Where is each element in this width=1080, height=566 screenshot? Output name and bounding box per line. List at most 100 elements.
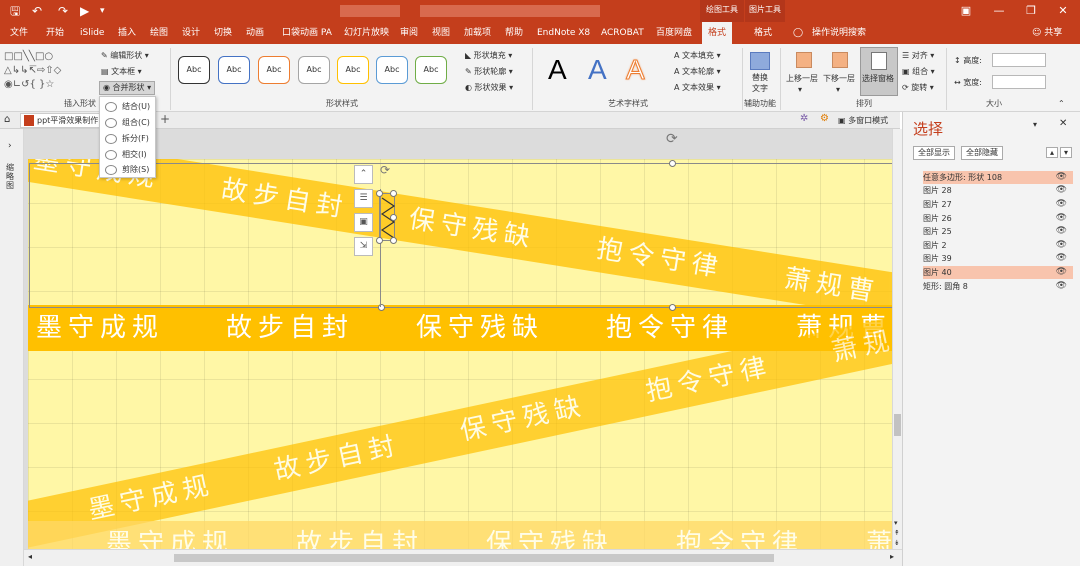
text-outline-button[interactable]: A 文本轮廓 ▾ [674,66,721,78]
hide-all-button[interactable]: 全部隐藏 [961,146,1003,160]
vertical-scroll-thumb[interactable] [894,414,901,436]
tab-draw[interactable]: 绘图 [150,22,168,44]
pane-item[interactable]: 图片 25 👁 [923,225,1073,238]
align-options-icon[interactable]: ☰ [354,189,373,208]
group-button[interactable]: ▣ 组合 ▾ [902,66,935,78]
eye-icon[interactable]: 👁 [1056,171,1067,184]
shape-handle[interactable] [390,190,397,197]
tell-me-search[interactable]: 操作说明搜索 [812,22,866,44]
shapes-gallery[interactable]: □□╲╲□○ △↳↳↸⇨⇧◇ ◉∟↺{ }☆ [4,50,92,92]
tab-format-drawing[interactable]: 格式 [702,22,733,44]
gear-icon[interactable]: ⚙ [820,113,829,124]
eye-icon[interactable]: 👁 [1056,266,1067,279]
shape-handle[interactable] [390,237,397,244]
arrange-options-icon[interactable]: ▣ [354,213,373,232]
menu-item-union[interactable]: 结合(U) [102,99,154,114]
tab-format-picture[interactable]: 格式 [754,22,772,44]
rotate-handle-icon[interactable]: ⟳ [666,131,678,147]
tab-pocket-animation[interactable]: 口袋动画 PA [282,22,332,44]
undo-icon[interactable]: ↶ [32,3,42,19]
wordart-black[interactable]: A [548,52,567,88]
eye-icon[interactable]: 👁 [1056,225,1067,238]
tab-transitions[interactable]: 切换 [214,22,232,44]
share-button[interactable]: ☺ 共享 [1032,22,1062,44]
rotate-button[interactable]: ⟳ 旋转 ▾ [902,82,934,94]
pane-item[interactable]: 图片 40 👁 [923,266,1073,279]
ribbon-display-icon[interactable]: ▣ [952,2,980,20]
tab-endnote[interactable]: EndNote X8 [537,22,590,44]
eye-icon[interactable]: 👁 [1056,212,1067,225]
pane-item[interactable]: 图片 2 👁 [923,239,1073,252]
style-sample-5[interactable]: Abc [337,56,369,84]
pane-item[interactable]: 图片 26 👁 [923,212,1073,225]
collapse-ribbon-icon[interactable]: ⌃ [1058,98,1065,110]
expand-thumbnails-icon[interactable]: › [8,141,12,151]
horizontal-scroll-thumb[interactable] [174,554,774,562]
tab-slideshow[interactable]: 幻灯片放映 [344,22,389,44]
shape-handle[interactable] [376,237,383,244]
show-all-button[interactable]: 全部显示 [913,146,955,160]
pane-item[interactable]: 图片 39 👁 [923,252,1073,265]
tab-file[interactable]: 文件 [10,22,28,44]
bring-forward-dropdown[interactable]: ▾ [798,84,802,96]
pane-item[interactable]: 矩形: 圆角 8 👁 [923,280,1073,293]
selection-pane-button[interactable]: 选择窗格 [860,47,898,96]
text-box-button[interactable]: ▤ 文本框 ▾ [101,66,142,78]
move-down-icon[interactable]: ▾ [1060,147,1072,158]
new-tab-icon[interactable]: + [160,112,170,126]
shape-handle[interactable] [376,190,383,197]
selection-handle[interactable] [669,304,676,311]
alt-text-line2[interactable]: 文字 [752,83,768,95]
islide-icon[interactable]: ✲ [800,113,808,124]
eye-icon[interactable]: 👁 [1056,252,1067,265]
menu-item-combine[interactable]: 组合(C) [102,115,154,130]
tab-home[interactable]: 开始 [46,22,64,44]
align-button[interactable]: ☰ 对齐 ▾ [902,50,934,62]
scroll-right-icon[interactable]: ▸ [890,552,894,561]
layout-options-icon[interactable]: ⌃ [354,165,373,184]
tab-animations[interactable]: 动画 [246,22,264,44]
vertical-scrollbar[interactable]: ▾ ↟ ↡ [892,129,902,549]
merge-shapes-button[interactable]: ◉ 合并形状 ▾ [99,81,156,95]
pane-item[interactable]: 任意多边形: 形状 108 👁 [923,171,1073,184]
style-sample-7[interactable]: Abc [415,56,447,84]
shape-outline-button[interactable]: ✎ 形状轮廓 ▾ [465,66,513,78]
pane-options-icon[interactable]: ▾ [1033,120,1037,129]
tab-view[interactable]: 视图 [432,22,450,44]
text-band-bottom[interactable]: 墨守成规 故步自封 保守残缺 抱令守律 萧规曹 [28,521,892,549]
shape-rotate-handle-icon[interactable]: ⟳ [380,163,390,177]
menu-item-subtract[interactable]: 剪除(S) [102,162,154,177]
tab-acrobat[interactable]: ACROBAT [601,22,644,44]
tab-insert[interactable]: 插入 [118,22,136,44]
shape-effect-button[interactable]: ◐ 形状效果 ▾ [465,82,513,94]
restore-icon[interactable]: ❐ [1017,2,1045,20]
style-sample-3[interactable]: Abc [258,56,290,84]
scroll-left-icon[interactable]: ◂ [28,552,32,561]
minimize-icon[interactable]: — [985,2,1013,20]
save-icon[interactable]: 🖫 [10,3,20,19]
width-input[interactable] [992,75,1046,89]
pane-item[interactable]: 图片 28 👁 [923,184,1073,197]
close-icon[interactable]: ✕ [1049,2,1077,20]
style-sample-4[interactable]: Abc [298,56,330,84]
next-slide-icon[interactable]: ↡ [894,539,900,547]
present-icon[interactable]: ▶ [80,3,89,19]
menu-item-fragment[interactable]: 拆分(F) [102,131,154,146]
eye-icon[interactable]: 👁 [1056,239,1067,252]
selection-handle[interactable] [669,160,676,167]
prev-slide-icon[interactable]: ↟ [894,529,900,537]
crop-options-icon[interactable]: ⇲ [354,237,373,256]
redo-icon[interactable]: ↷ [58,3,68,19]
style-sample-2[interactable]: Abc [218,56,250,84]
text-effect-button[interactable]: A 文本效果 ▾ [674,82,721,94]
customize-qat-icon[interactable]: ▾ [100,3,105,19]
move-up-icon[interactable]: ▴ [1046,147,1058,158]
eye-icon[interactable]: 👁 [1056,280,1067,293]
pane-item[interactable]: 图片 27 👁 [923,198,1073,211]
style-sample-6[interactable]: Abc [376,56,408,84]
shape-handle[interactable] [390,214,397,221]
tab-review[interactable]: 审阅 [400,22,418,44]
edit-shape-button[interactable]: ✎ 编辑形状 ▾ [101,50,149,62]
eye-icon[interactable]: 👁 [1056,198,1067,211]
wordart-blue[interactable]: A [588,52,607,88]
